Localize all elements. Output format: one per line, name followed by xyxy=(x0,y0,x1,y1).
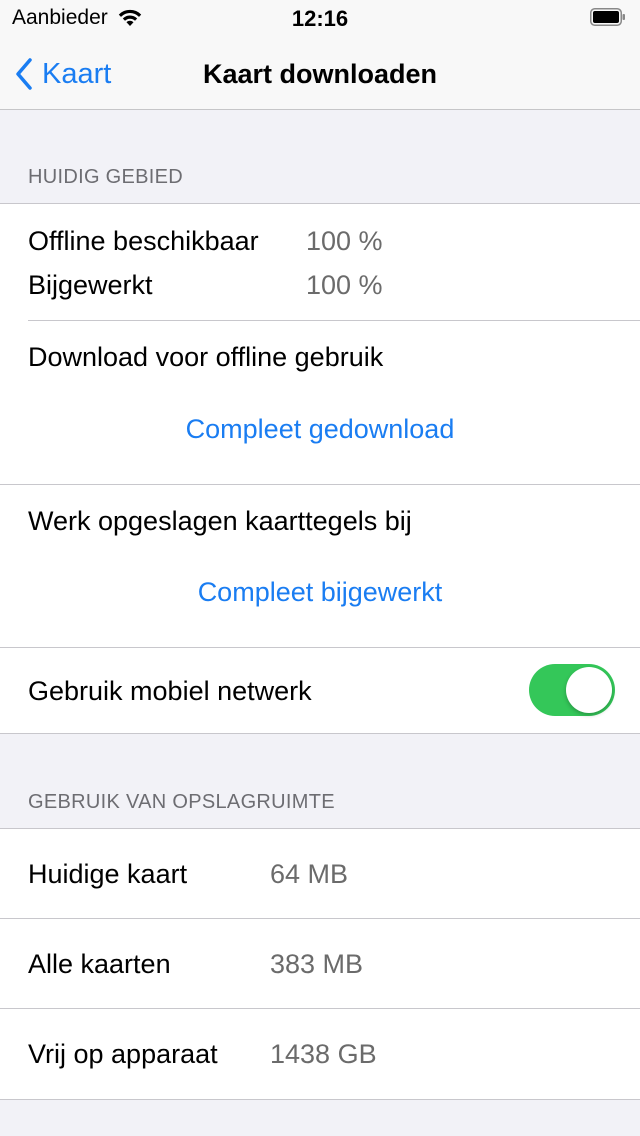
update-complete-button[interactable]: Compleet bijgewerkt xyxy=(0,577,640,608)
storage-row-label: Huidige kaart xyxy=(28,859,188,889)
separator xyxy=(0,918,640,919)
storage-row-label: Alle kaarten xyxy=(28,949,171,979)
status-time: 12:16 xyxy=(291,6,349,31)
storage-row-value: 1438 GB xyxy=(270,1039,377,1069)
storage-group: Huidige kaart 64 MB Alle kaarten 383 MB … xyxy=(0,828,640,1100)
storage-row-value: 64 MB xyxy=(270,859,349,889)
updated-label: Bijgewerkt xyxy=(28,270,153,300)
mobile-network-label: Gebruik mobiel netwerk xyxy=(28,676,312,706)
storage-row-label: Vrij op apparaat xyxy=(28,1039,218,1069)
current-area-group: Offline beschikbaar 100 % Bijgewerkt 100… xyxy=(0,203,640,734)
separator xyxy=(28,320,640,321)
storage-row-value: 383 MB xyxy=(270,949,364,979)
separator xyxy=(0,1008,640,1009)
update-tiles-label: Werk opgeslagen kaarttegels bij xyxy=(28,506,412,536)
download-offline-label: Download voor offline gebruik xyxy=(28,342,384,372)
offline-available-value: 100 % xyxy=(306,226,383,256)
section-header-storage: GEBRUIK VAN OPSLAGRUIMTE xyxy=(28,791,335,813)
offline-available-label: Offline beschikbaar xyxy=(28,226,259,256)
separator xyxy=(0,647,640,648)
battery-icon xyxy=(590,8,625,26)
download-complete-button[interactable]: Compleet gedownload xyxy=(0,414,640,445)
page-title: Kaart downloaden xyxy=(202,59,438,89)
separator xyxy=(0,484,640,485)
updated-value: 100 % xyxy=(306,270,383,300)
status-bar: Aanbieder 12:16 xyxy=(0,0,640,40)
navigation-bar: Kaart Kaart downloaden xyxy=(0,40,640,110)
mobile-network-toggle[interactable] xyxy=(529,664,615,716)
section-header-current-area: HUIDIG GEBIED xyxy=(28,166,184,188)
toggle-knob xyxy=(566,667,612,713)
